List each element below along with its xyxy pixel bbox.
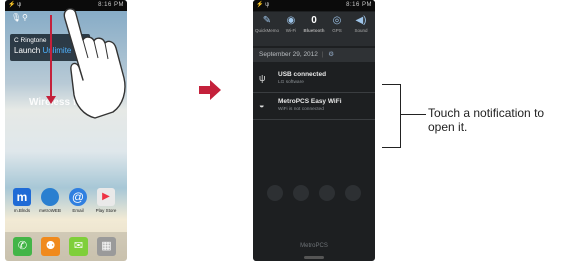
notification-title: USB connected [278, 71, 327, 78]
messaging-icon[interactable]: ✉ [69, 237, 88, 256]
hand-gesture-icon [63, 8, 126, 119]
notification-subtitle: WiFi is not connected [278, 107, 324, 112]
gear-icon[interactable]: ⚙ [328, 51, 334, 58]
app-label: Email [72, 208, 84, 213]
apps-icon[interactable]: ▦ [97, 237, 116, 256]
app-row: m m.Blnds metroWEB @ Email ▶ Play Store [5, 188, 127, 218]
toggle-label: GPS [332, 28, 342, 33]
dock: ✆ ⚉ ✉ ▦ [5, 232, 127, 261]
callout-bracket-bottom [382, 147, 401, 148]
quick-settings-bar: ✎ QuickMemo ◉ Wi-Fi 0 Bluetooth ◎ GPS ◀)… [253, 12, 375, 46]
usb-icon: ψ [259, 73, 266, 83]
callout-text: Touch a notification to open it. [428, 106, 545, 134]
toggle-label: QuickMemo [254, 28, 279, 33]
app-label: metroWEB [39, 208, 61, 213]
status-time: 8:16 PM [346, 2, 372, 8]
app-label: m.Blnds [13, 208, 31, 213]
play-store-app-icon[interactable]: ▶ [97, 188, 115, 206]
notification-subtitle: LG software [278, 80, 304, 85]
arrow-head-icon [46, 96, 56, 104]
notification-usb[interactable]: ψ USB connected LG software [253, 66, 375, 93]
sound-icon: ◀) [355, 15, 367, 26]
contacts-icon[interactable]: ⚉ [41, 237, 60, 256]
notification-title: MetroPCS Easy WiFi [278, 98, 342, 105]
sound-toggle[interactable]: ◀) Sound [348, 15, 374, 33]
search-icon[interactable]: ⚲ [22, 13, 28, 22]
callout-leader [400, 114, 426, 115]
toggle-label: Sound [354, 28, 368, 33]
gps-icon: ◎ [332, 15, 342, 26]
wifi-icon: ◉ [286, 15, 296, 26]
quickmemo-toggle[interactable]: ✎ QuickMemo [254, 15, 280, 33]
callout-bracket-top [382, 84, 401, 85]
dimmed-icon [345, 185, 361, 201]
dimmed-icon [319, 185, 335, 201]
drag-handle[interactable] [304, 256, 324, 259]
notifications-panel: ⚡ ψ 8:16 PM ✎ QuickMemo ◉ Wi-Fi 0 Blueto… [253, 0, 375, 261]
callout-bracket [400, 84, 401, 147]
quickmemo-icon: ✎ [262, 15, 272, 26]
status-bar[interactable]: ⚡ ψ 8:16 PM [253, 0, 375, 11]
bluetooth-icon: 0 [311, 15, 317, 26]
divider: | [321, 51, 324, 58]
home-screen: ⚡ ψ 8:16 PM 🎙 ⚲ C Ringtone Launch Unlimi… [5, 0, 127, 261]
wifi-icon: ◒ [259, 100, 265, 110]
status-icons-left: ⚡ ψ [256, 2, 270, 8]
dimmed-icon [293, 185, 309, 201]
swipe-down-arrow [50, 15, 52, 99]
dimmed-icon [267, 185, 283, 201]
app-label: Play Store [95, 208, 117, 213]
email-app-icon[interactable]: @ [69, 188, 87, 206]
notification-wifi[interactable]: ◒ MetroPCS Easy WiFi WiFi is not connect… [253, 93, 375, 120]
dimmed-app-icons [263, 185, 367, 203]
date-bar: September 29, 2012 | ⚙ [253, 48, 375, 62]
status-icons-left: ⚡ ψ [8, 2, 22, 8]
m-blnds-app-icon[interactable]: m [13, 188, 31, 206]
phone-icon[interactable]: ✆ [13, 237, 32, 256]
right-arrow-icon [199, 80, 221, 100]
gps-toggle[interactable]: ◎ GPS [324, 15, 350, 33]
carrier-label: MetroPCS [300, 243, 328, 249]
date-text: September 29, 2012 [259, 51, 318, 58]
metroweb-app-icon[interactable] [41, 188, 59, 206]
hint-prefix: Launch [14, 46, 41, 55]
mic-icon[interactable]: 🎙 [11, 13, 21, 22]
